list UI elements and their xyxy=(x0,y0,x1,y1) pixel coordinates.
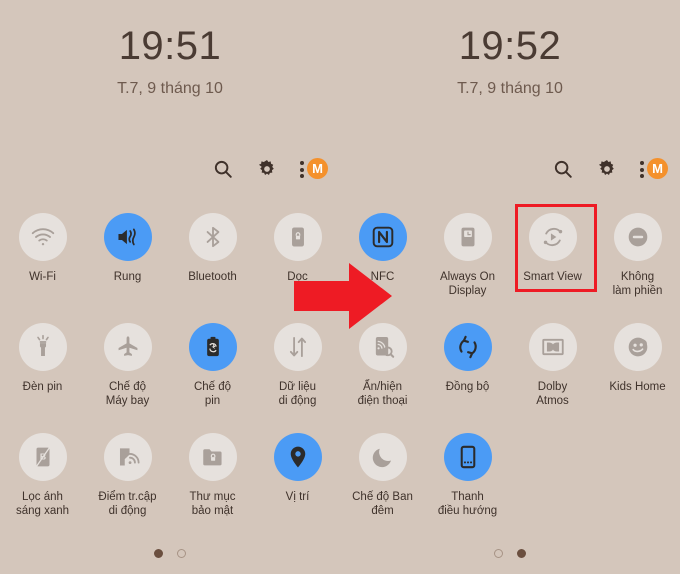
status-date: T.7, 9 tháng 10 xyxy=(117,80,223,97)
quick-settings-tile[interactable]: Always On Display xyxy=(425,205,510,315)
vibrate-icon[interactable] xyxy=(103,213,152,261)
quick-settings-tile-label: Wi-Fi xyxy=(29,271,56,283)
quick-settings-tile-label: Rung xyxy=(113,271,142,283)
kids-home-icon[interactable] xyxy=(613,323,662,371)
quick-settings-tile[interactable]: Rung xyxy=(85,205,170,315)
night-mode-icon[interactable] xyxy=(358,433,407,481)
quick-settings-tile-label: Đồng bộ xyxy=(445,381,490,393)
do-not-disturb-icon[interactable] xyxy=(613,213,662,261)
svg-text:B: B xyxy=(39,452,45,462)
quick-settings-tile[interactable]: Chế độ pin xyxy=(170,315,255,425)
page-dot[interactable] xyxy=(494,549,503,558)
dolby-atmos-icon[interactable] xyxy=(528,323,577,371)
quick-settings-tile[interactable]: Điểm tr.cập di động xyxy=(85,425,170,535)
page-dot[interactable] xyxy=(177,549,186,558)
quick-settings-grid: Wi-Fi Rung Bluetooth Dọc Đèn pin Chế độ Máy b… xyxy=(0,205,340,535)
quick-settings-tile-label: Kids Home xyxy=(609,381,666,393)
kebab-dots-icon xyxy=(300,161,304,181)
quick-settings-tile[interactable]: Dolby Atmos xyxy=(510,315,595,425)
quick-settings-tile-label: Lọc ánh sáng xanh xyxy=(15,491,70,517)
page-dot[interactable] xyxy=(517,549,526,558)
status-clock: 19:52 xyxy=(458,24,562,68)
quick-settings-panel-left: 19:51 T.7, 9 tháng 10 M Wi-Fi Rung Bluetoo… xyxy=(0,0,340,574)
quick-settings-comparison: 19:51 T.7, 9 tháng 10 M Wi-Fi Rung Bluetoo… xyxy=(0,0,680,574)
flashlight-icon[interactable] xyxy=(18,323,67,371)
smart-view-icon[interactable] xyxy=(528,213,577,261)
power-saving-icon[interactable] xyxy=(188,323,237,371)
quick-settings-tile[interactable]: Vị trí xyxy=(255,425,340,535)
mobile-data-icon[interactable] xyxy=(273,323,322,371)
status-clock: 19:51 xyxy=(118,24,222,68)
rotation-lock-icon[interactable] xyxy=(273,213,322,261)
quick-settings-tile-label: Bluetooth xyxy=(188,271,237,283)
quick-settings-tile[interactable]: Không làm phiền xyxy=(595,205,680,315)
always-on-display-icon[interactable] xyxy=(443,213,492,261)
wifi-icon[interactable] xyxy=(18,213,67,261)
quick-settings-tile-label: Vị trí xyxy=(285,491,310,503)
quick-settings-tile[interactable]: B Lọc ánh sáng xanh xyxy=(0,425,85,535)
quick-settings-tile-label: Đèn pin xyxy=(22,381,63,393)
more-options-icon[interactable]: M xyxy=(300,158,328,181)
gear-icon[interactable] xyxy=(256,158,278,180)
red-arrow-pointer xyxy=(294,263,392,329)
airplane-icon[interactable] xyxy=(103,323,152,371)
status-date: T.7, 9 tháng 10 xyxy=(457,80,563,97)
quick-settings-tile[interactable]: Bluetooth xyxy=(170,205,255,315)
sync-icon[interactable] xyxy=(443,323,492,371)
quick-settings-tile-label: Dữ liệu di động xyxy=(278,381,317,407)
quick-settings-tile[interactable]: Ẩn/hiện điện thoại xyxy=(340,315,425,425)
quick-settings-tile-label: Chế độ Ban đêm xyxy=(352,491,413,517)
quick-settings-grid: NFC Always On Display Smart View Không làm … xyxy=(340,204,680,535)
quick-settings-tile[interactable]: Thanh điều hướng xyxy=(425,425,510,535)
quick-settings-tile-label: Chế độ Máy bay xyxy=(105,381,150,407)
quick-settings-tile-label: Smart View xyxy=(523,271,582,283)
more-options-icon[interactable]: M xyxy=(640,158,668,181)
quick-settings-tile[interactable]: Thư mục bảo mật xyxy=(170,425,255,535)
page-indicator xyxy=(0,549,340,558)
quick-settings-tile[interactable]: Chế độ Máy bay xyxy=(85,315,170,425)
secure-folder-icon[interactable] xyxy=(188,433,237,481)
quick-settings-tile-label: Dolby Atmos xyxy=(536,381,569,407)
quick-settings-tile[interactable]: Smart View xyxy=(510,204,597,315)
header-actions: M xyxy=(552,158,668,181)
hide-phone-icon[interactable] xyxy=(358,323,407,371)
quick-settings-tile[interactable]: Kids Home xyxy=(595,315,680,425)
kebab-dots-icon xyxy=(640,161,644,181)
account-badge[interactable]: M xyxy=(647,158,668,179)
header-actions: M xyxy=(212,158,328,181)
search-icon[interactable] xyxy=(212,158,234,180)
blue-light-filter-icon[interactable]: B xyxy=(18,433,67,481)
nfc-icon[interactable] xyxy=(358,213,407,261)
navigation-bar-icon[interactable] xyxy=(443,433,492,481)
quick-settings-tile-label: Ẩn/hiện điện thoại xyxy=(357,381,408,407)
location-icon[interactable] xyxy=(273,433,322,481)
search-icon[interactable] xyxy=(552,158,574,180)
quick-settings-tile[interactable]: Wi-Fi xyxy=(0,205,85,315)
bluetooth-icon[interactable] xyxy=(188,213,237,261)
quick-settings-tile-label: Thư mục bảo mật xyxy=(189,491,236,517)
account-badge[interactable]: M xyxy=(307,158,328,179)
mobile-hotspot-icon[interactable] xyxy=(103,433,152,481)
quick-settings-tile[interactable]: Dữ liệu di động xyxy=(255,315,340,425)
quick-settings-tile-label: Không làm phiền xyxy=(612,271,663,297)
gear-icon[interactable] xyxy=(596,158,618,180)
quick-settings-tile[interactable]: Chế độ Ban đêm xyxy=(340,425,425,535)
quick-settings-tile[interactable]: Đồng bộ xyxy=(425,315,510,425)
page-indicator xyxy=(340,549,680,558)
quick-settings-tile[interactable]: Đèn pin xyxy=(0,315,85,425)
quick-settings-tile-label: Điểm tr.cập di động xyxy=(98,491,157,517)
quick-settings-tile-label: Always On Display xyxy=(440,271,495,297)
page-dot[interactable] xyxy=(154,549,163,558)
quick-settings-tile-label: Chế độ pin xyxy=(193,381,232,407)
quick-settings-tile-label: Thanh điều hướng xyxy=(437,491,498,517)
